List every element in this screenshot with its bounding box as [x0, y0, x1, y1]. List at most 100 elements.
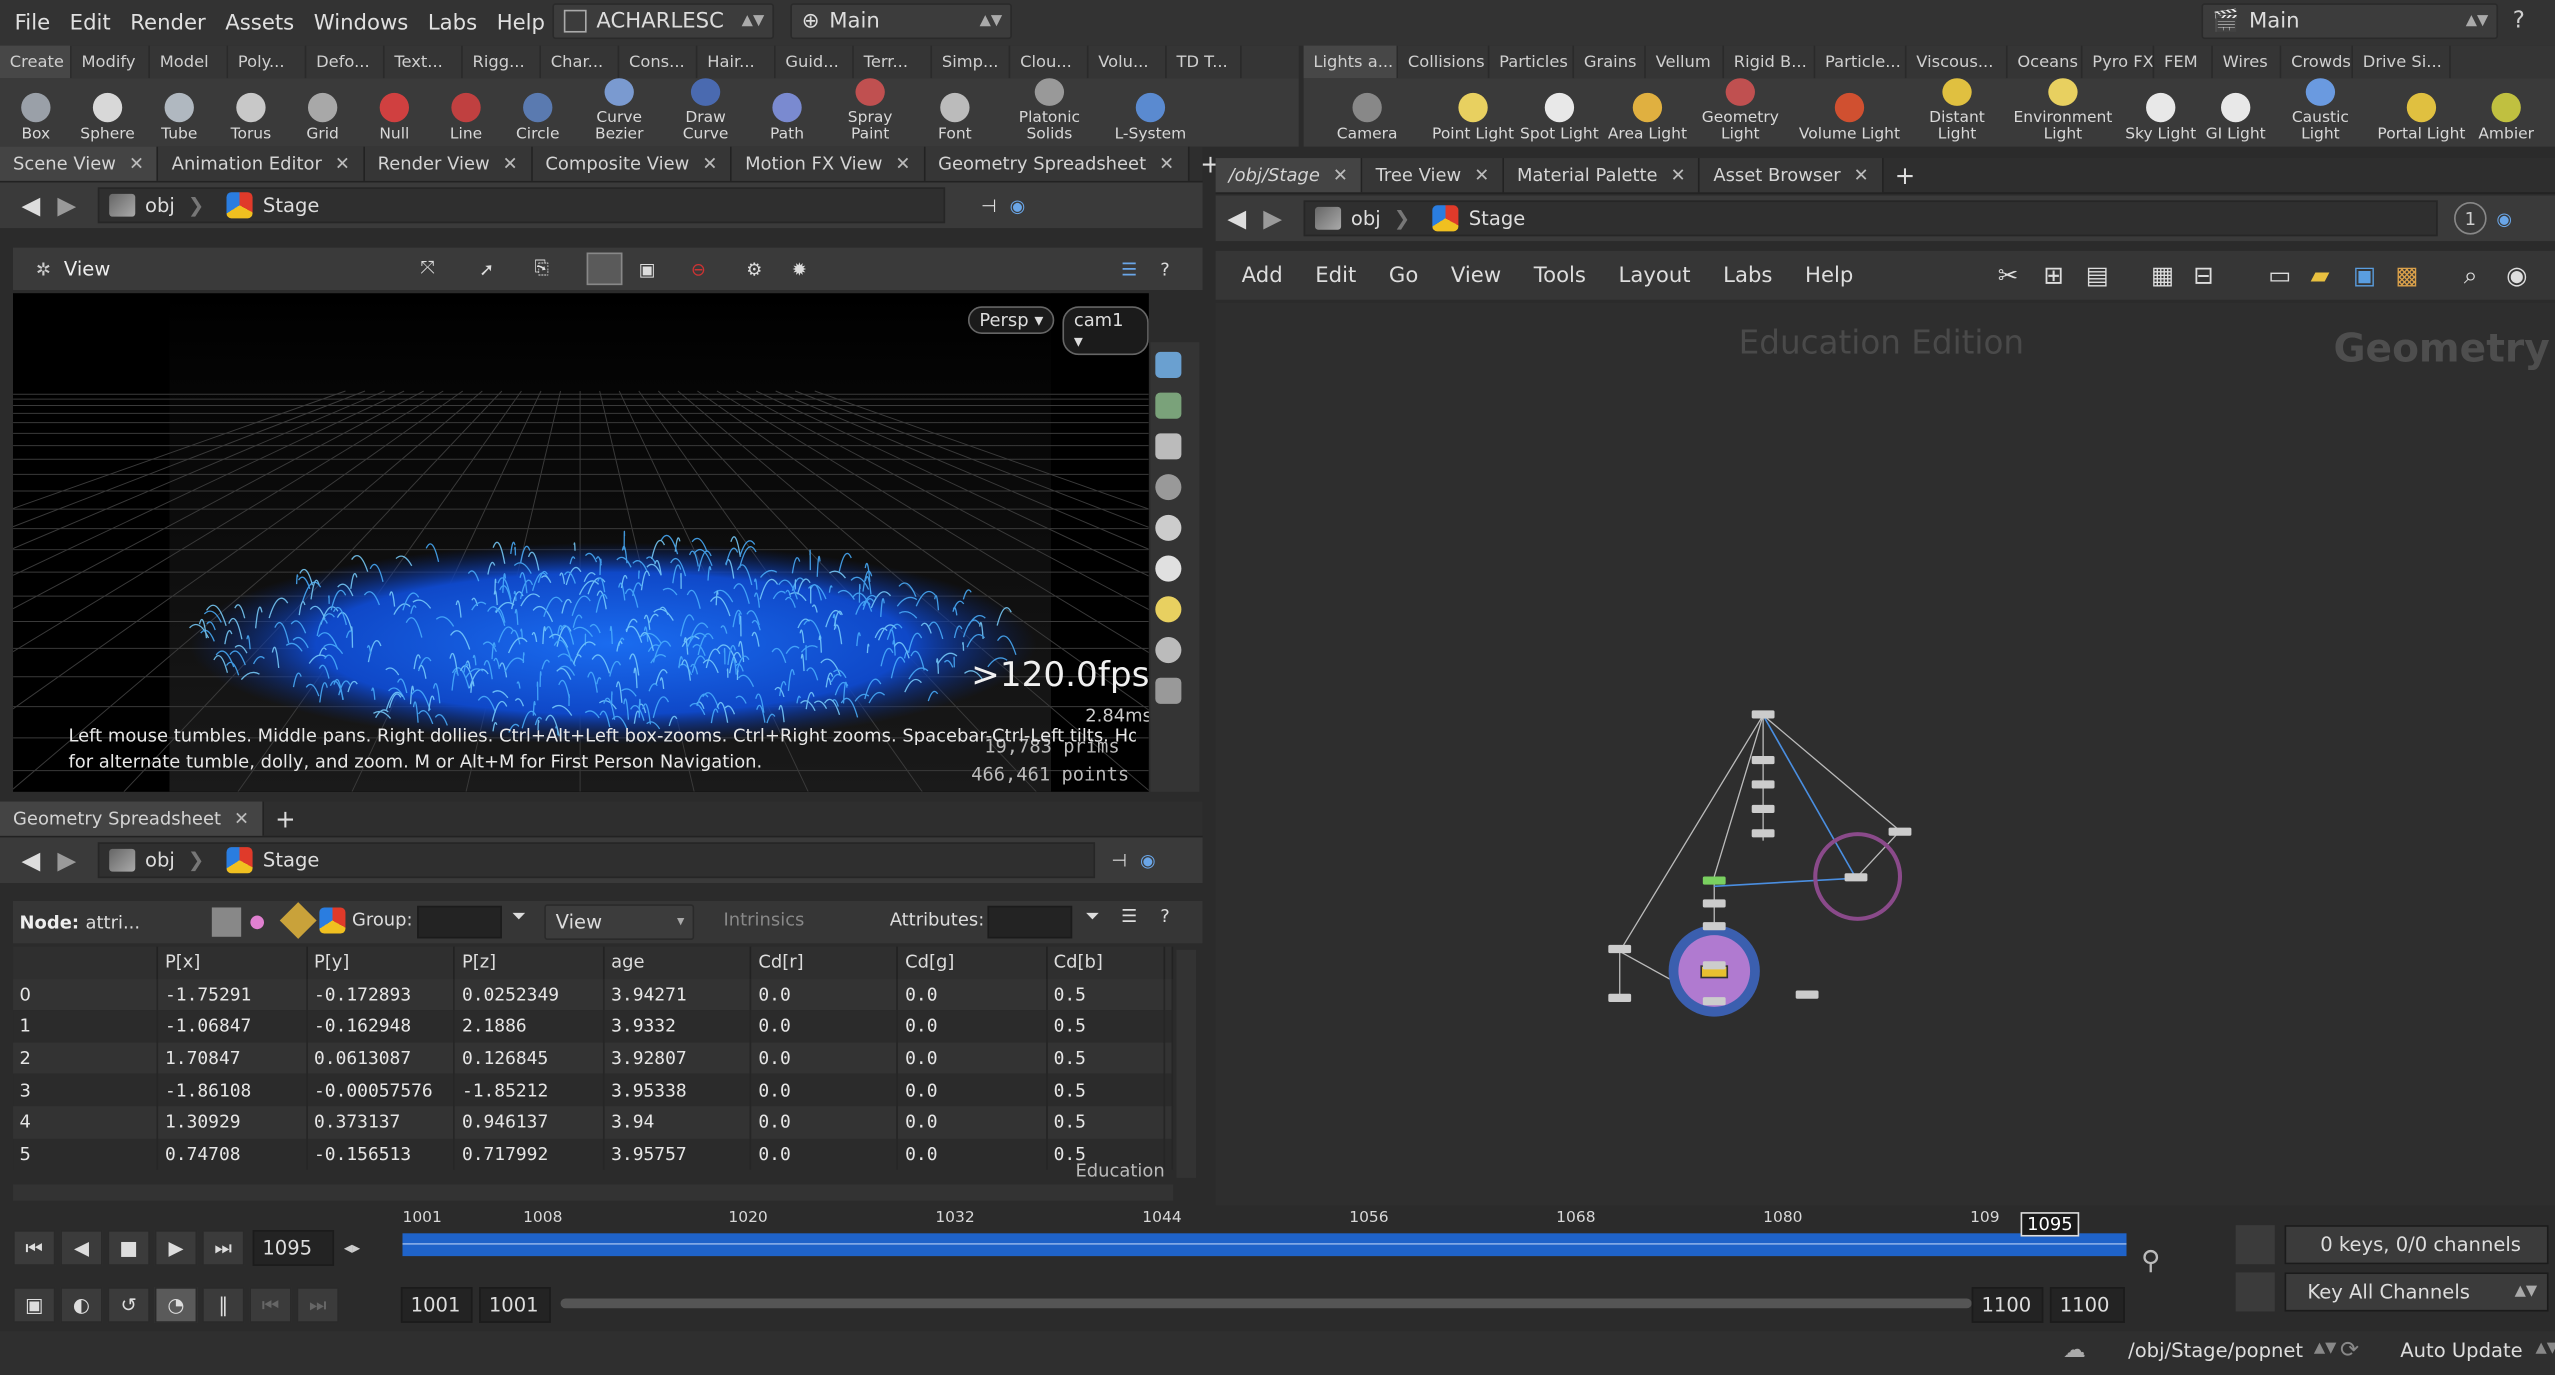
record-icon[interactable]: ⊖ — [691, 258, 706, 279]
camera-icon[interactable] — [1150, 673, 1186, 709]
shelf-tab-char[interactable]: Char... — [541, 45, 620, 79]
tool-tube[interactable]: Tube — [143, 78, 215, 146]
shelf-tab-wires[interactable]: Wires — [2213, 45, 2282, 79]
tool-grid[interactable]: Grid — [287, 78, 359, 146]
tool-font[interactable]: Font — [913, 78, 998, 146]
shelf-tab-particles[interactable]: Particles — [1489, 45, 1575, 79]
table-row[interactable]: 4 1.30929 0.373137 0.946137 3.94 0.0 0.0 0.5 — [13, 1106, 1174, 1139]
network-node[interactable] — [1844, 873, 1868, 882]
audio-icon[interactable]: ◐ — [60, 1287, 103, 1323]
shelf-tab-crowds[interactable]: Crowds — [2281, 45, 2353, 79]
select-arrow-icon[interactable]: ➚ — [479, 258, 494, 279]
desktop-select[interactable]: ACHARLESC ▲▼ — [552, 3, 775, 40]
tool-sky-light[interactable]: Sky Light — [2122, 78, 2200, 146]
tool-environment-light[interactable]: Environment Light — [2004, 78, 2121, 146]
detail-mode-icon[interactable] — [319, 907, 346, 934]
shelf-tab-hair[interactable]: Hair... — [697, 45, 776, 79]
shelf-tab-model[interactable]: Model — [150, 45, 229, 79]
lock-camera-icon[interactable] — [1150, 428, 1186, 464]
pin-icon[interactable]: ⊣ — [1111, 850, 1127, 871]
menu-go[interactable]: Go — [1389, 263, 1418, 287]
menu-layout[interactable]: Layout — [1619, 263, 1691, 287]
network-node[interactable] — [1608, 993, 1632, 1002]
eye-icon[interactable]: ◉ — [2506, 261, 2527, 290]
shelf-tab-poly[interactable]: Poly... — [228, 45, 307, 79]
column-header-cd-g[interactable]: Cd[g] — [897, 946, 1048, 979]
sticky-note-icon[interactable]: ▰ — [2311, 261, 2330, 290]
box-icon[interactable]: ▩ — [2395, 261, 2418, 290]
forward-arrow-icon[interactable]: ▶ — [49, 191, 85, 220]
tool-torus[interactable]: Torus — [215, 78, 287, 146]
grid-icon[interactable]: ▦ — [2151, 261, 2174, 290]
tab-motion-fx-view[interactable]: Motion FX View ✕ — [732, 146, 926, 181]
table-row[interactable]: 1 -1.06847 -0.162948 2.1886 3.9332 0.0 0.0 0.5 — [13, 1010, 1174, 1043]
tool-path[interactable]: Path — [746, 78, 827, 146]
tool-geometry-light[interactable]: Geometry Light — [1691, 78, 1789, 146]
column-header-p-y[interactable]: P[y] — [306, 946, 456, 979]
shelf-tab-guid[interactable]: Guid... — [776, 45, 854, 79]
view-tool-icon[interactable]: ✲ — [36, 258, 51, 279]
shelf-tab-drive-si[interactable]: Drive Si... — [2353, 45, 2451, 79]
network-node[interactable] — [1888, 827, 1912, 836]
wrench-icon[interactable]: ✂ — [1998, 261, 2018, 290]
menu-assets[interactable]: Assets — [225, 11, 294, 35]
pane-link-counter[interactable]: 1 — [2454, 202, 2487, 235]
menu-help[interactable]: Help — [1805, 263, 1853, 287]
intrinsics-select[interactable]: Intrinsics — [723, 909, 804, 930]
network-node[interactable] — [1751, 804, 1775, 813]
network-node[interactable] — [1702, 997, 1726, 1006]
tool-l-system[interactable]: L-System — [1102, 78, 1200, 146]
network-node[interactable] — [1608, 944, 1632, 954]
light-bulb-icon[interactable] — [1150, 591, 1186, 627]
global-start-field[interactable]: 1001 — [400, 1287, 473, 1323]
spreadsheet-hscrollbar[interactable] — [13, 1184, 1174, 1201]
menu-file[interactable]: File — [15, 11, 50, 35]
display-mode-icon[interactable] — [1150, 347, 1186, 383]
shelf-tab-viscous[interactable]: Viscous... — [1907, 45, 2008, 79]
tool-spray-paint[interactable]: Spray Paint — [828, 78, 913, 146]
forward-arrow-icon[interactable]: ▶ — [1255, 204, 1291, 233]
camera-menu[interactable]: cam1 ▾ — [1062, 306, 1149, 356]
shelf-tab-modify[interactable]: Modify — [72, 45, 150, 79]
tab-asset-browser[interactable]: Asset Browser ✕ — [1700, 158, 1884, 193]
menu-tools[interactable]: Tools — [1534, 263, 1586, 287]
shelf-tab-create[interactable]: Create — [0, 45, 72, 79]
shelf-tab-cons[interactable]: Cons... — [619, 45, 698, 79]
table-row[interactable]: 5 0.74708 -0.156513 0.717992 3.95757 0.0 0.0 0.… — [13, 1138, 1174, 1171]
tool-curve-bezier[interactable]: Curve Bezier — [574, 78, 665, 146]
menu-icon[interactable]: ☰ — [1121, 906, 1137, 927]
network-node[interactable] — [1702, 961, 1726, 970]
shelf-tab-rigid-b[interactable]: Rigid B... — [1724, 45, 1816, 79]
tool-platonic-solids[interactable]: Platonic Solids — [997, 78, 1101, 146]
table-row[interactable]: 2 1.70847 0.0613087 0.126845 3.92807 0.0 0.0 0.… — [13, 1042, 1174, 1075]
close-icon[interactable]: ✕ — [1854, 165, 1869, 186]
lighting-icon[interactable] — [1150, 510, 1186, 546]
playback-end-field[interactable]: 1100 — [1971, 1287, 2044, 1323]
play-reverse-icon[interactable]: ◀ — [60, 1230, 103, 1266]
sync-icon[interactable] — [2235, 1225, 2275, 1265]
help-icon[interactable]: ? — [1160, 258, 1170, 279]
attributes-field[interactable] — [987, 905, 1073, 939]
shelf-tab-clou[interactable]: Clou... — [1010, 45, 1089, 79]
tab-render-view[interactable]: Render View ✕ — [364, 146, 533, 181]
visibility-icon[interactable] — [1150, 469, 1186, 505]
filter-icon[interactable]: ⏷ — [512, 906, 526, 929]
tab-obj-stage[interactable]: /obj/Stage ✕ — [1215, 158, 1363, 193]
close-icon[interactable]: ✕ — [1333, 165, 1348, 186]
close-icon[interactable]: ✕ — [503, 153, 518, 174]
tool-camera[interactable]: Camera — [1304, 78, 1431, 146]
tab-geometry-spreadsheet-bottom[interactable]: Geometry Spreadsheet ✕ — [0, 801, 264, 836]
close-icon[interactable]: ✕ — [1159, 153, 1174, 174]
menu-help[interactable]: Help — [497, 11, 545, 35]
tab-geometry-spreadsheet[interactable]: Geometry Spreadsheet ✕ — [925, 146, 1189, 181]
column-header-cd-r[interactable]: Cd[r] — [751, 946, 899, 979]
column-header-age[interactable]: age — [603, 946, 752, 979]
shelf-tab-volu[interactable]: Volu... — [1089, 45, 1167, 79]
menu-windows[interactable]: Windows — [314, 11, 409, 35]
tool-spot-light[interactable]: Spot Light — [1515, 78, 1603, 146]
key-icon[interactable]: ⚲ — [2141, 1245, 2160, 1276]
current-frame-field[interactable]: 1095 — [252, 1230, 335, 1266]
close-icon[interactable]: ✕ — [895, 153, 910, 174]
menu-add[interactable]: Add — [1242, 263, 1283, 287]
shelf-tab-fem[interactable]: FEM — [2154, 45, 2213, 79]
